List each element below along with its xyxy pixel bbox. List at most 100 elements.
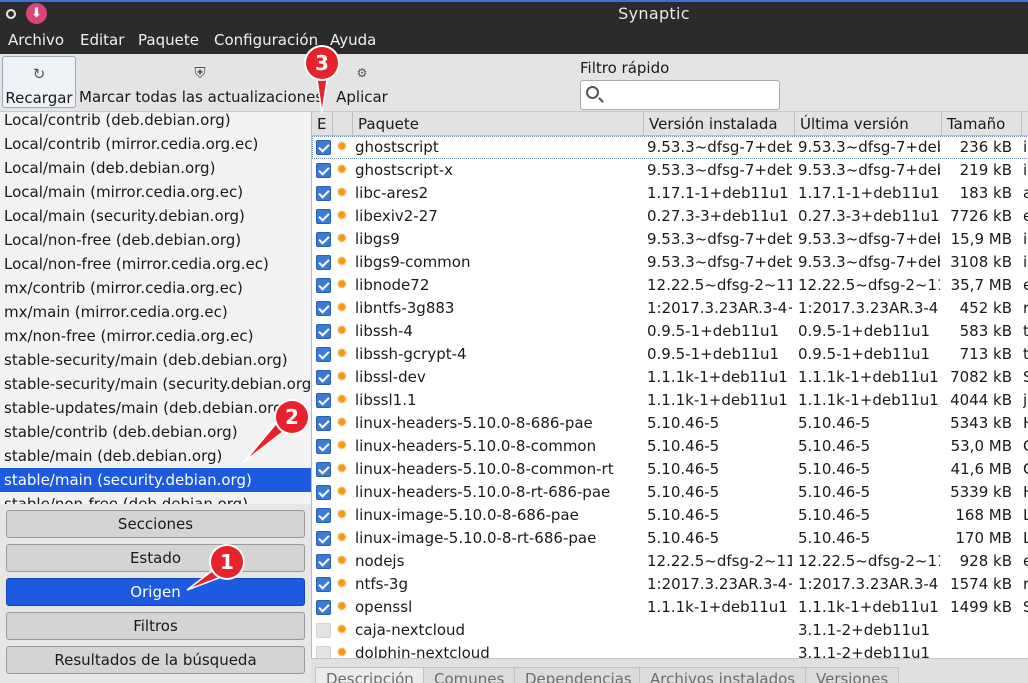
package-row[interactable]: ✹ libc-ares2 1.17.1-1+deb11u1 1.17.1-1+deb1… <box>312 182 1028 205</box>
origin-item[interactable]: Local/main (mirror.cedia.org.ec) <box>0 180 311 204</box>
package-row[interactable]: ✹ libssh-gcrypt-4 0.9.5-1+deb11u1 0.9.5-1+d… <box>312 343 1028 366</box>
package-row[interactable]: ✹ libssl-dev 1.1.1k-1+deb11u1 1.1.1k-1+deb1… <box>312 366 1028 389</box>
package-row[interactable]: ✹ linux-image-5.10.0-8-rt-686-pae 5.10.46-… <box>312 527 1028 550</box>
origin-item[interactable]: Local/non-free (mirror.cedia.org.ec) <box>0 252 311 276</box>
column-header-support[interactable] <box>333 112 353 136</box>
tab-description[interactable]: Descripción <box>315 667 425 683</box>
column-header-package[interactable]: Paquete <box>353 112 644 136</box>
package-checkbox[interactable] <box>316 163 331 178</box>
package-row[interactable]: ✹ libssl1.1 1.1.1k-1+deb11u1 1.1.1k-1+deb11… <box>312 389 1028 412</box>
menu-paquete[interactable]: Paquete <box>138 31 199 49</box>
package-checkbox[interactable] <box>316 347 331 362</box>
origin-item[interactable]: stable/main (deb.debian.org) <box>0 444 311 468</box>
tab-dependencies[interactable]: Dependencias <box>514 667 643 683</box>
package-row[interactable]: ✹ openssl 1.1.1k-1+deb11u1 1.1.1k-1+deb11u1… <box>312 596 1028 619</box>
tab-installed-files[interactable]: Archivos instalados <box>639 667 807 683</box>
tab-versions[interactable]: Versiones <box>805 667 900 683</box>
package-row[interactable]: ✹ linux-headers-5.10.0-8-common-rt 5.10.46… <box>312 458 1028 481</box>
menu-ayuda[interactable]: Ayuda <box>330 31 376 49</box>
filters-button[interactable]: Filtros <box>6 612 305 640</box>
origin-item[interactable]: stable/non-free (deb.debian.org) <box>0 492 311 504</box>
package-row[interactable]: ✹ linux-headers-5.10.0-8-common 5.10.46-5 5… <box>312 435 1028 458</box>
package-checkbox[interactable] <box>316 209 331 224</box>
origin-item[interactable]: mx/contrib (mirror.cedia.org.ec) <box>0 276 311 300</box>
installed-version: 0.27.3-3+deb11u1 <box>647 207 789 225</box>
quick-filter-field[interactable] <box>580 80 780 110</box>
tab-common[interactable]: Comunes <box>423 667 516 683</box>
package-checkbox[interactable] <box>316 278 331 293</box>
package-row[interactable]: ✹ libgs9-common 9.53.3~dfsg-7+deb11 9.53.3~… <box>312 251 1028 274</box>
origin-item[interactable]: Local/main (security.debian.org) <box>0 204 311 228</box>
column-header-description[interactable]: D <box>1022 112 1028 136</box>
origin-item[interactable]: mx/main (mirror.cedia.org.ec) <box>0 300 311 324</box>
menu-archivo[interactable]: Archivo <box>8 31 64 49</box>
package-checkbox[interactable] <box>316 485 331 500</box>
supported-badge-icon: ✹ <box>336 461 348 477</box>
menu-editar[interactable]: Editar <box>80 31 124 49</box>
origin-item[interactable]: stable-security/main (deb.debian.org) <box>0 348 311 372</box>
package-checkbox[interactable] <box>316 255 331 270</box>
package-description: r <box>1023 297 1028 320</box>
package-checkbox[interactable] <box>316 301 331 316</box>
origin-item[interactable]: stable-updates/main (deb.debian.org) <box>0 396 311 420</box>
package-row[interactable]: ✹ linux-headers-5.10.0-8-686-pae 5.10.46-5… <box>312 412 1028 435</box>
package-size: 583 kB <box>959 322 1012 340</box>
package-row[interactable]: ✹ libssh-4 0.9.5-1+deb11u1 0.9.5-1+deb11u1 5… <box>312 320 1028 343</box>
package-row[interactable]: ✹ ghostscript 9.53.3~dfsg-7+deb11 9.53.3~df… <box>312 136 1028 159</box>
package-checkbox[interactable] <box>316 462 331 477</box>
package-size: 15,9 MB <box>950 230 1012 248</box>
package-checkbox[interactable] <box>316 186 331 201</box>
column-header-latest-version[interactable]: Última versión <box>795 112 942 136</box>
package-row[interactable]: ✹ libgs9 9.53.3~dfsg-7+deb11 9.53.3~dfsg-7+… <box>312 228 1028 251</box>
package-description: L <box>1023 527 1028 550</box>
package-row[interactable]: ✹ libntfs-3g883 1:2017.3.23AR.3-4+ 1:2017.3… <box>312 297 1028 320</box>
origin-item[interactable]: mx/non-free (mirror.cedia.org.ec) <box>0 324 311 348</box>
package-row[interactable]: ✹ libexiv2-27 0.27.3-3+deb11u1 0.27.3-3+deb… <box>312 205 1028 228</box>
package-row[interactable]: ✹ caja-nextcloud 3.1.1-2+deb11u1 <box>312 619 1028 642</box>
origin-item[interactable]: Local/main (deb.debian.org) <box>0 156 311 180</box>
column-header-size[interactable]: Tamaño <box>942 112 1022 136</box>
package-size: 5343 kB <box>950 414 1012 432</box>
column-header-status[interactable]: E <box>312 112 333 136</box>
package-row[interactable]: ✹ linux-image-5.10.0-8-686-pae 5.10.46-5 5.… <box>312 504 1028 527</box>
origin-item[interactable]: Local/contrib (mirror.cedia.org.ec) <box>0 132 311 156</box>
package-checkbox[interactable] <box>316 508 331 523</box>
package-row[interactable]: ✹ ghostscript-x 9.53.3~dfsg-7+deb11 9.53.3~… <box>312 159 1028 182</box>
package-checkbox[interactable] <box>316 393 331 408</box>
origin-button[interactable]: Origen <box>6 578 305 606</box>
column-header-installed-version[interactable]: Versión instalada <box>644 112 795 136</box>
installed-version: 5.10.46-5 <box>647 506 720 524</box>
reload-button[interactable]: ↻ Recargar <box>2 56 76 108</box>
package-checkbox[interactable] <box>316 232 331 247</box>
package-checkbox[interactable] <box>316 554 331 569</box>
package-checkbox[interactable] <box>316 600 331 615</box>
origin-item[interactable]: stable/contrib (deb.debian.org) <box>0 420 311 444</box>
package-row[interactable]: ✹ dolphin-nextcloud 3.1.1-2+deb11u1 <box>312 642 1028 658</box>
package-checkbox[interactable] <box>316 646 331 658</box>
origin-item[interactable]: stable/main (security.debian.org) <box>0 468 311 492</box>
status-button[interactable]: Estado <box>6 544 305 572</box>
package-checkbox[interactable] <box>316 623 331 638</box>
package-row[interactable]: ✹ ntfs-3g 1:2017.3.23AR.3-4+ 1:2017.3.23AR.… <box>312 573 1028 596</box>
quick-filter-input[interactable] <box>607 85 772 105</box>
package-checkbox[interactable] <box>316 439 331 454</box>
package-checkbox[interactable] <box>316 577 331 592</box>
sections-button[interactable]: Secciones <box>6 510 305 538</box>
package-row[interactable]: ✹ linux-headers-5.10.0-8-rt-686-pae 5.10.4… <box>312 481 1028 504</box>
origin-item[interactable]: Local/contrib (deb.debian.org) <box>0 112 311 132</box>
package-checkbox[interactable] <box>316 324 331 339</box>
mark-all-upgrades-button[interactable]: ⛨ Marcar todas las actualizaciones <box>79 56 323 108</box>
package-row[interactable]: ✹ nodejs 12.22.5~dfsg-2~11u 12.22.5~dfsg-2~… <box>312 550 1028 573</box>
package-description: i <box>1023 138 1028 156</box>
origin-item[interactable]: Local/non-free (deb.debian.org) <box>0 228 311 252</box>
apply-button[interactable]: ⚙ Aplicar <box>334 56 390 108</box>
menu-configuracion[interactable]: Configuración <box>214 31 318 49</box>
supported-badge-icon: ✹ <box>336 553 348 569</box>
origin-item[interactable]: stable-security/main (security.debian.or… <box>0 372 311 396</box>
search-results-button[interactable]: Resultados de la búsqueda <box>6 646 305 674</box>
package-checkbox[interactable] <box>316 531 331 546</box>
package-checkbox[interactable] <box>316 140 331 155</box>
package-checkbox[interactable] <box>316 416 331 431</box>
package-checkbox[interactable] <box>316 370 331 385</box>
package-row[interactable]: ✹ libnode72 12.22.5~dfsg-2~11u 12.22.5~dfsg… <box>312 274 1028 297</box>
